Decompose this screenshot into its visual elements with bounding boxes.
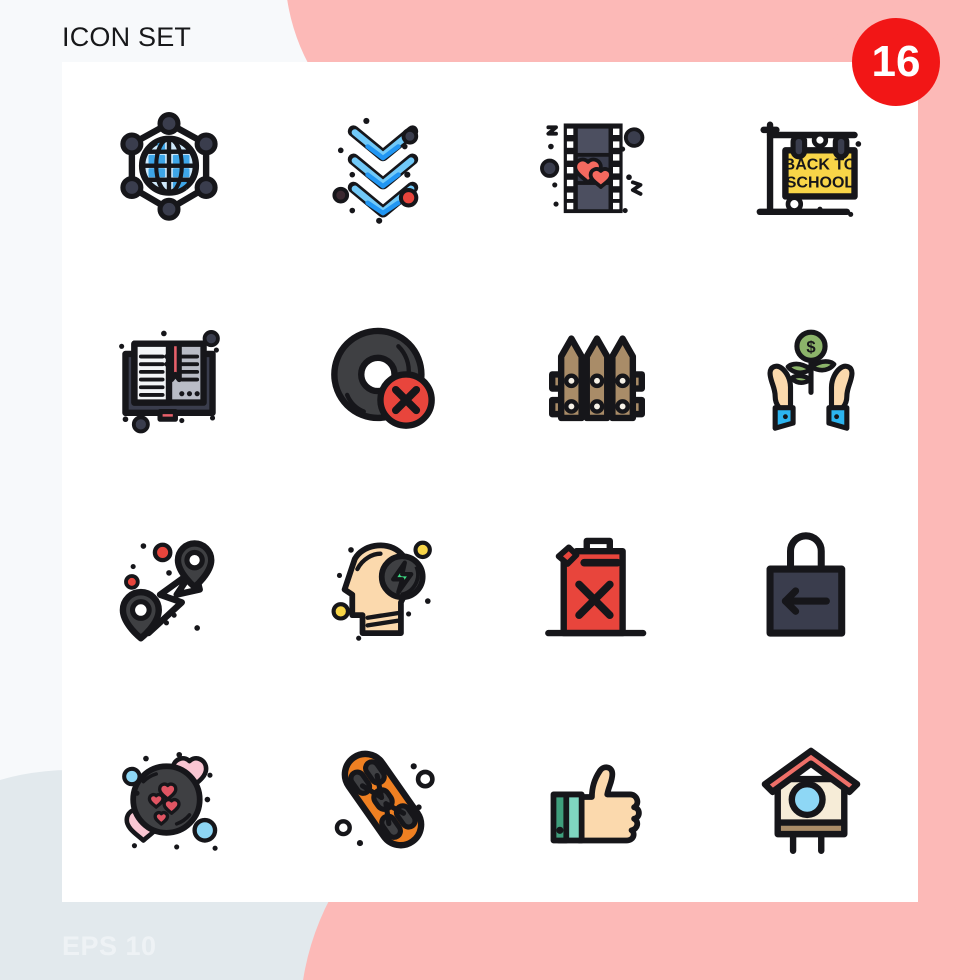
- page-title: ICON SET: [62, 22, 192, 52]
- icon-cell-skateboard[interactable]: [276, 692, 490, 902]
- icon-cell-open-book[interactable]: [62, 272, 276, 482]
- icon-cell-wooden-fence[interactable]: [490, 272, 704, 482]
- icon-cell-birdhouse[interactable]: [704, 692, 918, 902]
- romantic-film-strip-icon: [540, 123, 645, 214]
- icon-cell-thumbs-up[interactable]: [490, 692, 704, 902]
- icon-cell-love-music-disc[interactable]: [62, 692, 276, 902]
- dollar-symbol: $: [806, 338, 816, 357]
- love-music-disc-icon: [122, 751, 218, 851]
- route-map-pins-icon: [119, 540, 215, 642]
- icon-cell-jerrycan-delete[interactable]: [490, 482, 704, 692]
- disc-delete-icon: [331, 327, 435, 429]
- double-down-arrows-icon: [332, 117, 419, 224]
- sign-line-1: BACK TO: [784, 157, 857, 174]
- icon-cell-down-arrows[interactable]: [276, 62, 490, 272]
- thumbs-up-icon: [550, 764, 642, 844]
- back-to-school-sign-icon: BACK TO SCHOOL: [756, 121, 862, 217]
- icon-cell-romantic-film[interactable]: [490, 62, 704, 272]
- birdhouse-icon: [761, 747, 861, 854]
- icon-cell-disc-delete[interactable]: [276, 272, 490, 482]
- global-network-icon: [120, 111, 218, 221]
- sign-line-2: SCHOOL: [786, 174, 855, 191]
- icon-cell-route-map-pins[interactable]: [62, 482, 276, 692]
- wooden-fence-icon: [549, 335, 645, 422]
- icon-set-card: BACK TO SCHOOL $: [62, 62, 918, 902]
- icon-cell-global-network[interactable]: [62, 62, 276, 272]
- jerrycan-delete-icon: [545, 537, 647, 637]
- shopping-bag-return-icon: [766, 532, 846, 637]
- brainstorm-head-icon: [331, 540, 432, 641]
- icon-cell-shopping-bag-return[interactable]: [704, 482, 918, 692]
- icon-cell-brainstorm-head[interactable]: [276, 482, 490, 692]
- money-plant-hands-icon: $: [767, 329, 855, 431]
- skateboard-icon: [334, 750, 435, 849]
- open-book-icon: [119, 330, 220, 434]
- icon-count-badge: 16: [852, 18, 940, 106]
- icon-cell-money-plant-hands[interactable]: $: [704, 272, 918, 482]
- eps-version-label: EPS 10: [62, 931, 157, 961]
- icon-grid: BACK TO SCHOOL $: [62, 62, 918, 902]
- header: ICON SET 16: [0, 0, 980, 106]
